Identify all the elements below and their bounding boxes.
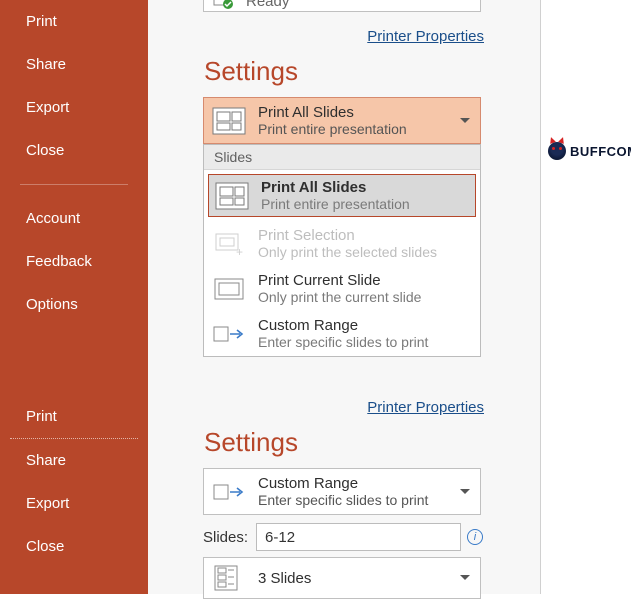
chevron-down-icon <box>460 575 470 581</box>
info-icon[interactable]: i <box>467 529 483 545</box>
printer-ready-icon <box>212 0 234 10</box>
sidebar-item-export[interactable]: Export <box>0 86 148 129</box>
option-print-selection[interactable]: + Print Selection Only print the selecte… <box>204 221 480 266</box>
sidebar-item-export-2[interactable]: Export <box>0 482 148 525</box>
dropdown-group-label: Slides <box>204 145 480 170</box>
chevron-down-icon <box>460 118 470 124</box>
sidebar-item-close[interactable]: Close <box>0 129 148 172</box>
slide-layout-dropdown[interactable]: 3 Slides <box>203 557 481 599</box>
svg-text:+: + <box>236 245 243 258</box>
chevron-down-icon <box>460 489 470 495</box>
dropdown-subtitle: Print entire presentation <box>258 121 407 137</box>
print-what-dropdown[interactable]: Print All Slides Print entire presentati… <box>203 97 481 144</box>
slides-all-icon <box>212 107 246 135</box>
settings-heading: Settings <box>204 56 540 87</box>
handout-3-icon <box>212 564 246 592</box>
buffcom-logo-text: BUFFCOM <box>570 144 631 159</box>
printer-status-text: Ready <box>246 0 289 10</box>
buffcom-watermark: BUFFCOM <box>548 142 631 160</box>
printer-properties-link-2[interactable]: Printer Properties <box>367 399 484 416</box>
sidebar-item-share-2[interactable]: Share <box>0 439 148 482</box>
option-print-all-slides[interactable]: Print All Slides Print entire presentati… <box>208 174 476 217</box>
settings-heading-2: Settings <box>204 427 540 458</box>
slide-single-icon <box>212 275 246 303</box>
sidebar-item-close-2[interactable]: Close <box>0 525 148 568</box>
sidebar-item-options[interactable]: Options <box>0 283 148 326</box>
slides-range-row: Slides: i <box>203 523 493 551</box>
sidebar-item-print-2[interactable]: Print <box>0 395 148 438</box>
option-subtitle: Only print the current slide <box>258 289 421 305</box>
dropdown-title: Print All Slides <box>258 104 407 121</box>
print-settings-panel-lower: Printer Properties Settings Custom Range… <box>148 395 541 594</box>
sidebar-divider <box>20 184 128 185</box>
printer-status-box[interactable]: Ready <box>203 0 481 12</box>
dropdown-title: 3 Slides <box>258 570 311 587</box>
option-subtitle: Only print the selected slides <box>258 244 437 260</box>
slides-range-input[interactable] <box>256 523 461 551</box>
option-title: Print Current Slide <box>258 272 421 289</box>
custom-range-icon <box>212 324 246 344</box>
slides-selection-icon: + <box>212 230 246 258</box>
backstage-sidebar-lower: Print Share Export Close <box>0 395 148 594</box>
dropdown-title: Custom Range <box>258 475 428 492</box>
option-custom-range[interactable]: Custom Range Enter specific slides to pr… <box>204 311 480 356</box>
print-settings-panel: Ready Printer Properties Settings Print … <box>148 0 541 395</box>
option-title: Print Selection <box>258 227 437 244</box>
option-title: Custom Range <box>258 317 428 334</box>
buffcom-logo-icon <box>548 142 566 160</box>
option-subtitle: Enter specific slides to print <box>258 334 428 350</box>
dropdown-subtitle: Enter specific slides to print <box>258 492 428 508</box>
option-print-current-slide[interactable]: Print Current Slide Only print the curre… <box>204 266 480 311</box>
custom-range-icon <box>212 482 246 502</box>
slides-all-icon <box>215 182 249 210</box>
sidebar-item-account[interactable]: Account <box>0 197 148 240</box>
sidebar-item-share[interactable]: Share <box>0 43 148 86</box>
print-what-dropdown-panel: Slides Print All Slides Print entire pre… <box>203 144 481 357</box>
backstage-sidebar: Print Share Export Close Account Feedbac… <box>0 0 148 395</box>
printer-properties-link[interactable]: Printer Properties <box>367 28 484 45</box>
sidebar-item-print[interactable]: Print <box>0 0 148 43</box>
sidebar-item-feedback[interactable]: Feedback <box>0 240 148 283</box>
print-what-dropdown-2[interactable]: Custom Range Enter specific slides to pr… <box>203 468 481 515</box>
slides-range-label: Slides: <box>203 529 248 546</box>
option-subtitle: Print entire presentation <box>261 196 410 212</box>
option-title: Print All Slides <box>261 179 410 196</box>
